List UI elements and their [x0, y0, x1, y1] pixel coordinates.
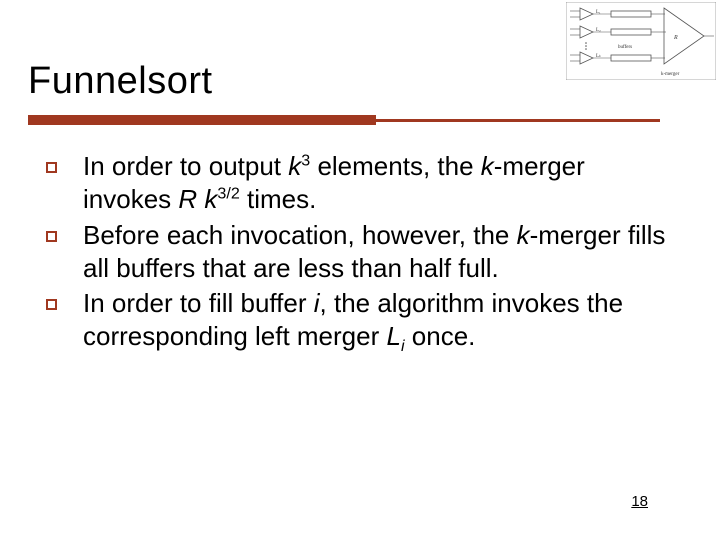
var-k: k	[481, 151, 494, 181]
diagram-label-kmerger: k-merger	[661, 72, 680, 77]
bullet-text: Before each invocation, however, the k-m…	[83, 219, 676, 286]
text-run: In order to fill buffer	[83, 288, 314, 318]
var-l: L	[386, 321, 400, 351]
slide-body: In order to output k3 elements, the k-me…	[46, 150, 676, 356]
superscript: 3	[301, 151, 310, 169]
bullet-marker-icon	[46, 162, 57, 173]
bullet-item: Before each invocation, however, the k-m…	[46, 219, 676, 286]
bullet-item: In order to output k3 elements, the k-me…	[46, 150, 676, 217]
superscript: 3/2	[217, 185, 239, 203]
var-rk: R k	[178, 184, 217, 214]
bullet-marker-icon	[46, 231, 57, 242]
slide: L₁ L₂ Lₖ buffers R k-merger Funnelsort I…	[0, 0, 720, 540]
bullet-marker-icon	[46, 299, 57, 310]
diagram-label-buffers: buffers	[618, 45, 632, 50]
var-k: k	[517, 220, 530, 250]
diagram-label-r: R	[673, 35, 678, 41]
diagram-label-l1: L₁	[596, 10, 601, 15]
text-run: elements, the	[310, 151, 481, 181]
diagram-label-lk: Lₖ	[596, 54, 601, 59]
text-run: Before each invocation, however, the	[83, 220, 517, 250]
slide-title: Funnelsort	[28, 60, 213, 103]
page-number: 18	[631, 493, 648, 510]
diagram-label-l2: L₂	[596, 28, 601, 33]
var-k: k	[288, 151, 301, 181]
merger-diagram: L₁ L₂ Lₖ buffers R k-merger	[566, 2, 716, 80]
bullet-text: In order to output k3 elements, the k-me…	[83, 150, 676, 217]
text-run: In order to output	[83, 151, 288, 181]
bullet-text: In order to fill buffer i, the algorithm…	[83, 287, 676, 354]
text-run: times.	[240, 184, 317, 214]
bullet-item: In order to fill buffer i, the algorithm…	[46, 287, 676, 354]
title-underline	[28, 115, 660, 125]
text-run: once.	[405, 321, 476, 351]
